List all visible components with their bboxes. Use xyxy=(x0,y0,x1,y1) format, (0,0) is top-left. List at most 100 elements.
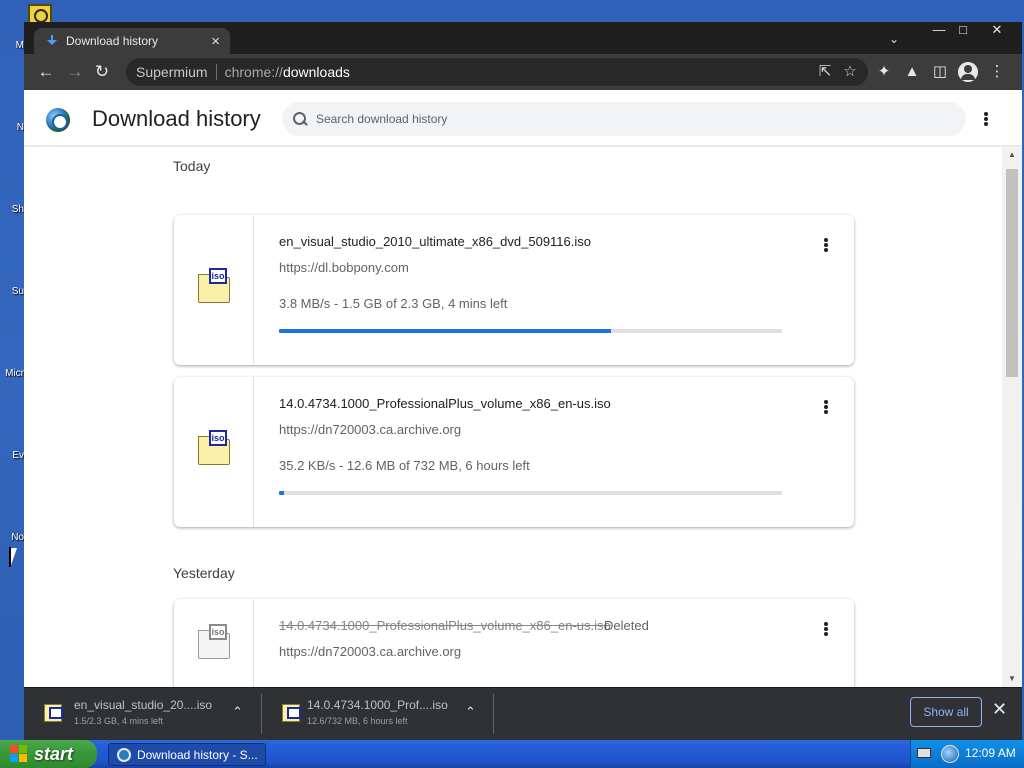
file-source-url[interactable]: https://dn720003.ca.archive.org xyxy=(279,422,461,437)
show-all-button[interactable]: Show all xyxy=(910,697,982,727)
download-progress-fill xyxy=(279,329,611,333)
shelf-divider xyxy=(493,694,494,734)
labs-flask-icon[interactable]: ▲ xyxy=(903,63,921,81)
iso-file-icon: iso xyxy=(198,624,230,659)
file-name-link[interactable]: 14.0.4734.1000_ProfessionalPlus_volume_x… xyxy=(279,396,611,411)
window-close-icon[interactable]: ✕ xyxy=(982,22,1012,40)
desktop-icon-label[interactable]: M xyxy=(0,40,24,51)
url-scheme: chrome:// xyxy=(224,64,283,80)
iso-badge: iso xyxy=(209,268,227,284)
omnibox-divider xyxy=(215,64,217,80)
maximize-icon[interactable]: □ xyxy=(948,22,978,40)
search-input[interactable] xyxy=(316,112,916,126)
downloads-list: Today iso en_visual_studio_2010_ultimate… xyxy=(24,147,1002,687)
supermium-logo-icon xyxy=(46,108,70,132)
forward-arrow-icon[interactable]: → xyxy=(64,61,86,83)
taskbar: start Download history - S... 12:09 AM xyxy=(0,740,1024,768)
tray-clock[interactable]: 12:09 AM xyxy=(965,746,1016,760)
section-label-today: Today xyxy=(173,158,211,174)
file-icon-column: iso xyxy=(174,377,254,527)
search-icon xyxy=(292,111,308,127)
site-name: Supermium xyxy=(136,64,208,80)
tab-strip: Download history × ⌄ — □ ✕ xyxy=(24,22,1022,54)
download-status: 3.8 MB/s - 1.5 GB of 2.3 GB, 4 mins left xyxy=(279,296,508,311)
share-icon[interactable]: ⇱ xyxy=(816,63,834,81)
item-menu-kebab-icon[interactable] xyxy=(818,398,834,416)
shelf-item-status: 1.5/2.3 GB, 4 mins left xyxy=(74,716,164,726)
address-bar[interactable]: Supermium chrome:// downloads xyxy=(126,58,868,86)
network-globe-icon[interactable] xyxy=(941,745,959,763)
iso-file-icon: iso xyxy=(198,430,230,465)
shelf-item[interactable]: en_visual_studio_20....iso 1.5/2.3 GB, 4… xyxy=(24,694,258,734)
start-label: start xyxy=(34,743,74,764)
shelf-item-status: 12.6/732 MB, 6 hours left xyxy=(307,716,408,726)
shelf-close-icon[interactable]: ✕ xyxy=(992,700,1007,718)
file-icon-column: iso xyxy=(174,215,254,365)
download-progress-bar xyxy=(279,491,782,495)
reload-icon[interactable]: ↻ xyxy=(91,61,113,83)
shelf-item-chevron-up-icon[interactable]: ⌃ xyxy=(232,704,243,720)
windows-flag-icon xyxy=(10,745,28,763)
file-source-url[interactable]: https://dn720003.ca.archive.org xyxy=(279,644,461,659)
download-icon xyxy=(46,35,58,47)
tab-close-icon[interactable]: × xyxy=(211,34,220,49)
shelf-item-name: 14.0.4734.1000_Prof....iso xyxy=(307,698,448,712)
search-box[interactable] xyxy=(282,102,966,136)
download-progress-bar xyxy=(279,329,782,333)
extensions-puzzle-icon[interactable]: ✦ xyxy=(875,63,893,81)
keyboard-icon[interactable] xyxy=(917,748,931,758)
download-status: 35.2 KB/s - 12.6 MB of 732 MB, 6 hours l… xyxy=(279,458,530,473)
supermium-logo-icon xyxy=(117,747,131,762)
page-scrollbar[interactable]: ▲ ▼ xyxy=(1002,147,1022,687)
file-source-url[interactable]: https://dl.bobpony.com xyxy=(279,260,409,275)
scroll-thumb[interactable] xyxy=(1006,169,1018,377)
download-item: iso 14.0.4734.1000_ProfessionalPlus_volu… xyxy=(174,377,854,527)
desktop-icon-label[interactable]: No xyxy=(0,532,24,543)
scroll-down-arrow-icon[interactable]: ▼ xyxy=(1002,671,1022,687)
page-title: Download history xyxy=(92,106,261,131)
iso-file-icon xyxy=(44,704,63,722)
download-item: iso en_visual_studio_2010_ultimate_x86_d… xyxy=(174,215,854,365)
tab-title: Download history xyxy=(66,34,159,48)
back-arrow-icon[interactable]: ← xyxy=(35,61,57,83)
file-name-deleted: 14.0.4734.1000_ProfessionalPlus_volume_x… xyxy=(279,618,611,633)
iso-badge: iso xyxy=(209,430,227,446)
page-menu-kebab-icon[interactable] xyxy=(978,110,994,128)
system-tray: 12:09 AM xyxy=(910,740,1024,768)
item-menu-kebab-icon[interactable] xyxy=(818,236,834,254)
start-button[interactable]: start xyxy=(0,740,97,768)
download-progress-fill xyxy=(279,491,285,495)
desktop-icon-label[interactable]: Micr xyxy=(0,368,24,379)
iso-file-icon: iso xyxy=(198,268,230,303)
iso-badge: iso xyxy=(209,624,227,640)
download-item-deleted: iso 14.0.4734.1000_ProfessionalPlus_volu… xyxy=(174,599,854,687)
taskbar-button-label: Download history - S... xyxy=(136,747,257,762)
desktop-icon-label[interactable]: Ev xyxy=(0,450,24,461)
profile-avatar-icon[interactable] xyxy=(958,62,978,82)
download-shelf: en_visual_studio_20....iso 1.5/2.3 GB, 4… xyxy=(24,687,1022,740)
downloads-header: Download history xyxy=(24,90,1022,146)
taskbar-button-download-history[interactable]: Download history - S... xyxy=(108,743,266,766)
browser-menu-kebab-icon[interactable]: ⋮ xyxy=(988,63,1006,81)
tab-download-history[interactable]: Download history × xyxy=(34,28,230,54)
item-menu-kebab-icon[interactable] xyxy=(818,620,834,638)
section-label-yesterday: Yesterday xyxy=(173,565,235,581)
browser-window: Download history × ⌄ — □ ✕ ← → ↻ Supermi… xyxy=(24,22,1022,740)
mouse-cursor-icon xyxy=(9,547,24,568)
iso-file-icon xyxy=(282,704,301,722)
shelf-item-name: en_visual_studio_20....iso xyxy=(74,698,213,712)
desktop-icon-label[interactable]: N xyxy=(0,122,24,133)
shelf-item[interactable]: 14.0.4734.1000_Prof....iso 12.6/732 MB, … xyxy=(262,694,494,734)
bookmark-star-icon[interactable]: ☆ xyxy=(841,63,859,81)
shelf-item-chevron-up-icon[interactable]: ⌃ xyxy=(465,704,476,720)
desktop-icon-label[interactable]: Sh xyxy=(0,204,24,215)
file-icon-column: iso xyxy=(174,599,254,687)
tab-search-chevron-down-icon[interactable]: ⌄ xyxy=(886,32,902,48)
file-name-link[interactable]: en_visual_studio_2010_ultimate_x86_dvd_5… xyxy=(279,234,591,249)
url-host: downloads xyxy=(282,64,350,80)
desktop-icon-label[interactable]: Su xyxy=(0,286,24,297)
browser-toolbar: ← → ↻ Supermium chrome:// downloads ⇱ ☆ … xyxy=(24,54,1022,90)
scroll-up-arrow-icon[interactable]: ▲ xyxy=(1002,147,1022,163)
side-panel-icon[interactable]: ◫ xyxy=(931,63,949,81)
deleted-label: Deleted xyxy=(604,618,649,633)
